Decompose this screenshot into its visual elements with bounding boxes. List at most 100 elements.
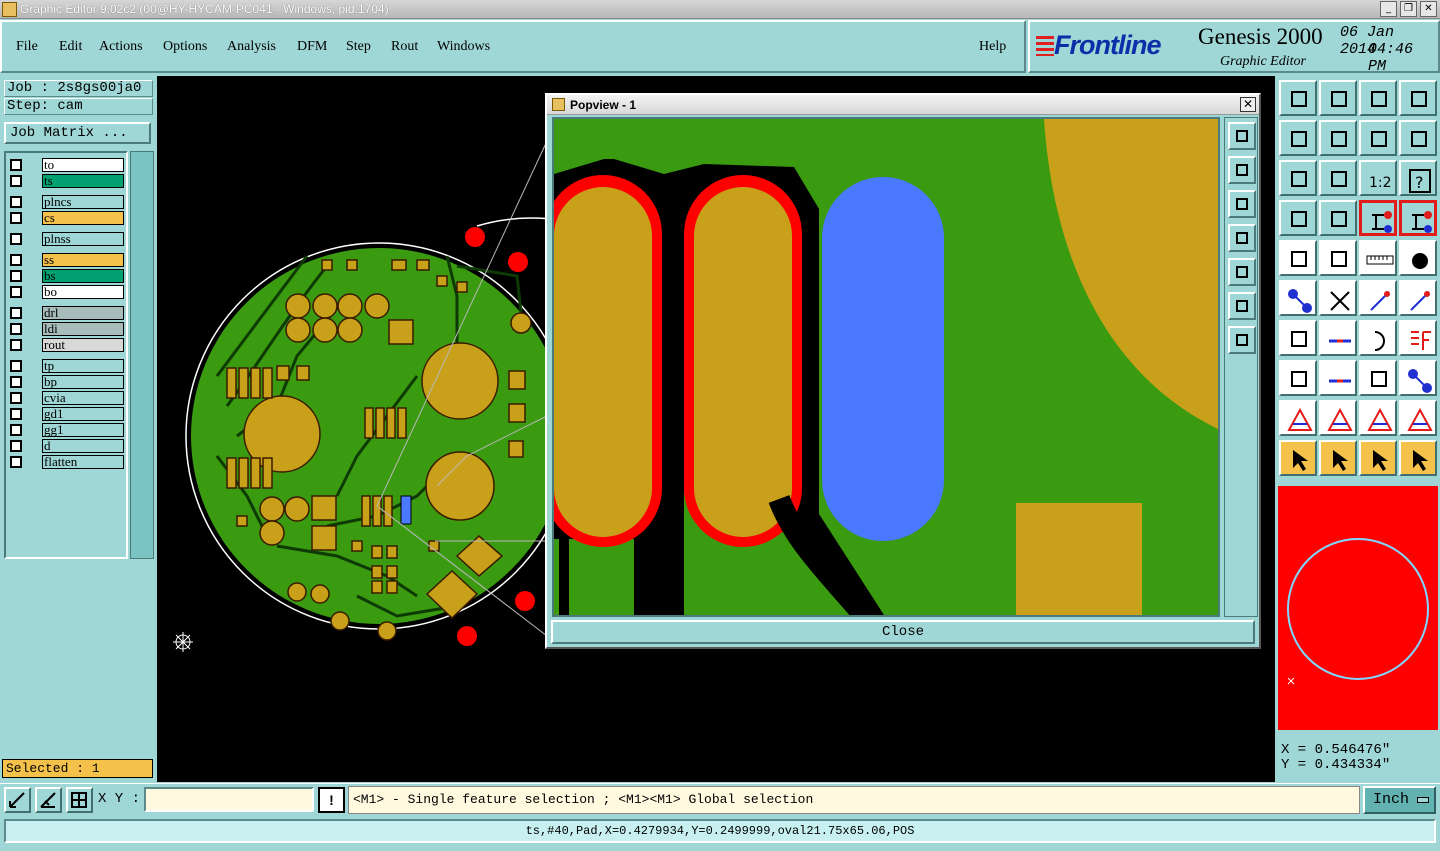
select-box-icon[interactable] bbox=[1279, 240, 1317, 276]
layer-checkbox[interactable] bbox=[10, 307, 22, 319]
popview-pan-up-icon[interactable] bbox=[1228, 156, 1256, 184]
layer-row-flatten[interactable]: flatten bbox=[8, 455, 124, 469]
layer-row-ldi[interactable]: ldi bbox=[8, 322, 124, 336]
layer-row-ss[interactable]: ss bbox=[8, 253, 124, 267]
zoom-fit-icon[interactable] bbox=[1279, 160, 1317, 196]
layer-checkbox[interactable] bbox=[10, 440, 22, 452]
layer-row-gg1[interactable]: gg1 bbox=[8, 423, 124, 437]
cross-icon[interactable] bbox=[1319, 280, 1357, 316]
layer-checkbox[interactable] bbox=[10, 376, 22, 388]
pointer-box-icon[interactable] bbox=[1319, 440, 1357, 476]
split-view-icon[interactable] bbox=[1399, 80, 1437, 116]
shape-icon[interactable] bbox=[1399, 360, 1437, 396]
popview-zoom-in-icon[interactable] bbox=[1228, 122, 1256, 150]
layer-checkbox[interactable] bbox=[10, 392, 22, 404]
layer-row-plnss[interactable]: plnss bbox=[8, 232, 124, 246]
layer-checkbox[interactable] bbox=[10, 323, 22, 335]
layer-row-d[interactable]: d bbox=[8, 439, 124, 453]
triangle-3-icon[interactable] bbox=[1359, 400, 1397, 436]
popview-pan-left-icon[interactable] bbox=[1228, 224, 1256, 252]
minimize-icon[interactable]: _ bbox=[1380, 1, 1397, 17]
align-icon[interactable] bbox=[1359, 360, 1397, 396]
menu-analysis[interactable]: Analysis bbox=[227, 39, 276, 55]
layer-checkbox[interactable] bbox=[10, 408, 22, 420]
menu-help[interactable]: Help bbox=[979, 39, 1006, 55]
angle-icon[interactable] bbox=[1279, 320, 1317, 356]
layer-row-cs[interactable]: cs bbox=[8, 211, 124, 225]
pointer-2-icon[interactable] bbox=[1359, 440, 1397, 476]
warning-button[interactable]: ! bbox=[318, 787, 345, 813]
menu-dfm[interactable]: DFM bbox=[297, 39, 327, 55]
zoom-home-icon[interactable] bbox=[1319, 160, 1357, 196]
layer-checkbox[interactable] bbox=[10, 270, 22, 282]
line-icon[interactable] bbox=[1319, 320, 1357, 356]
move-left-icon[interactable] bbox=[1279, 120, 1317, 156]
move-right-icon[interactable] bbox=[1319, 120, 1357, 156]
units-select[interactable]: Inch bbox=[1363, 786, 1436, 814]
connect-icon[interactable] bbox=[1279, 280, 1317, 316]
feature-select-icon[interactable] bbox=[1279, 360, 1317, 396]
layer-row-to[interactable]: to bbox=[8, 158, 124, 172]
popview-zoom-out-icon[interactable] bbox=[1228, 326, 1256, 354]
line-break-icon[interactable] bbox=[1319, 360, 1357, 396]
undo-icon[interactable] bbox=[1359, 120, 1397, 156]
home-up-icon[interactable] bbox=[1279, 80, 1317, 116]
layer-checkbox[interactable] bbox=[10, 159, 22, 171]
grid-view-icon[interactable] bbox=[1319, 200, 1357, 236]
menu-rout[interactable]: Rout bbox=[391, 39, 418, 55]
layer-row-gd1[interactable]: gd1 bbox=[8, 407, 124, 421]
layer-toggle-2-icon[interactable] bbox=[1399, 200, 1437, 236]
popview-pan-down-icon[interactable] bbox=[1228, 190, 1256, 218]
layer-row-plncs[interactable]: plncs bbox=[8, 195, 124, 209]
pointer-icon[interactable] bbox=[1279, 440, 1317, 476]
grid-icon[interactable] bbox=[66, 787, 93, 813]
layer-row-rout[interactable]: rout bbox=[8, 338, 124, 352]
pad-icon[interactable] bbox=[1399, 240, 1437, 276]
layer-checkbox[interactable] bbox=[10, 339, 22, 351]
home-icon[interactable] bbox=[1359, 80, 1397, 116]
restore-icon[interactable]: ❐ bbox=[1400, 1, 1417, 17]
close-icon[interactable]: ✕ bbox=[1420, 1, 1437, 17]
layer-checkbox[interactable] bbox=[10, 175, 22, 187]
menu-windows[interactable]: Windows bbox=[437, 39, 490, 55]
triangle-2-icon[interactable] bbox=[1319, 400, 1357, 436]
layer-row-bs[interactable]: bs bbox=[8, 269, 124, 283]
pointer-net-icon[interactable] bbox=[1399, 440, 1437, 476]
settings-icon[interactable] bbox=[1279, 200, 1317, 236]
layer-row-drl[interactable]: drl bbox=[8, 306, 124, 320]
popview-canvas[interactable] bbox=[552, 117, 1220, 617]
move-down-icon[interactable] bbox=[1319, 80, 1357, 116]
popview-zoom-fit-icon[interactable] bbox=[1228, 292, 1256, 320]
layer-checkbox[interactable] bbox=[10, 456, 22, 468]
layer-list-scrollbar[interactable] bbox=[130, 151, 154, 559]
measure-icon[interactable] bbox=[1359, 240, 1397, 276]
layer-checkbox[interactable] bbox=[10, 254, 22, 266]
menu-step[interactable]: Step bbox=[346, 39, 371, 55]
layer-checkbox[interactable] bbox=[10, 360, 22, 372]
layer-row-cvia[interactable]: cvia bbox=[8, 391, 124, 405]
xy-input[interactable] bbox=[144, 787, 314, 812]
select-poly-icon[interactable] bbox=[1319, 240, 1357, 276]
popview-close-icon[interactable]: ✕ bbox=[1240, 97, 1256, 112]
layer-row-bp[interactable]: bp bbox=[8, 375, 124, 389]
popview-close-button[interactable]: Close bbox=[551, 620, 1255, 644]
layer-checkbox[interactable] bbox=[10, 424, 22, 436]
layer-checkbox[interactable] bbox=[10, 212, 22, 224]
triangle-4-icon[interactable] bbox=[1399, 400, 1437, 436]
overview-map[interactable] bbox=[1278, 486, 1438, 730]
redo-icon[interactable] bbox=[1399, 120, 1437, 156]
layer-checkbox[interactable] bbox=[10, 196, 22, 208]
layer-row-ts[interactable]: ts bbox=[8, 174, 124, 188]
help-icon[interactable]: ? bbox=[1399, 160, 1437, 196]
snap-icon[interactable] bbox=[4, 787, 31, 813]
vector-icon[interactable] bbox=[1359, 280, 1397, 316]
arc-icon[interactable] bbox=[1359, 320, 1397, 356]
layer-checkbox[interactable] bbox=[10, 286, 22, 298]
flip-icon[interactable] bbox=[1399, 320, 1437, 356]
layer-row-tp[interactable]: tp bbox=[8, 359, 124, 373]
layer-toggle-icon[interactable] bbox=[1359, 200, 1397, 236]
vector-2-icon[interactable] bbox=[1399, 280, 1437, 316]
popview-pan-right-icon[interactable] bbox=[1228, 258, 1256, 286]
scale-1-2-icon[interactable]: 1:2 bbox=[1359, 160, 1397, 196]
job-matrix-button[interactable]: Job Matrix ... bbox=[4, 122, 151, 144]
